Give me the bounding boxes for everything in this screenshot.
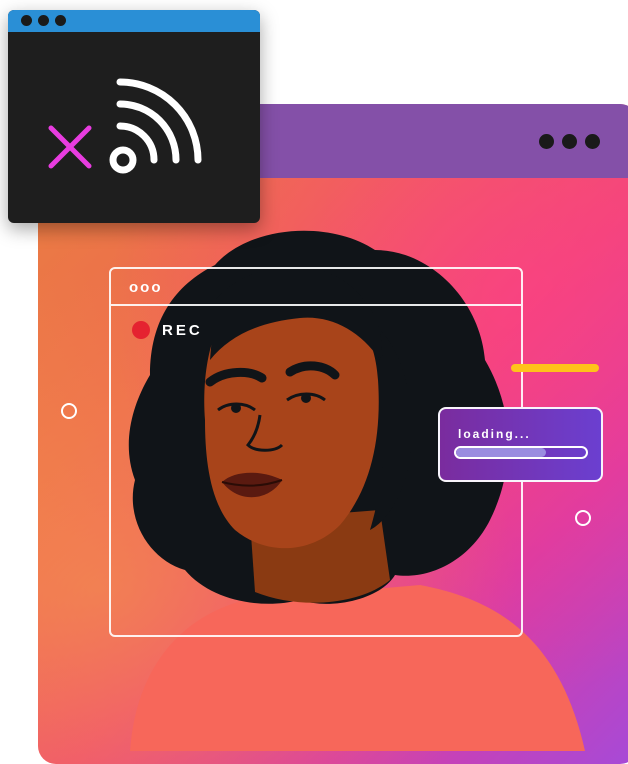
cast-window-body <box>48 78 202 174</box>
record-dot-icon <box>132 321 150 339</box>
rec-indicator: REC <box>132 321 203 339</box>
recording-frame-header: ooo <box>111 269 521 306</box>
loading-card: loading... <box>438 407 603 482</box>
cast-window-controls[interactable] <box>21 15 66 26</box>
progress-fill <box>456 448 546 457</box>
window-dot[interactable] <box>38 15 49 26</box>
cast-window <box>8 10 260 223</box>
circle-outline-icon <box>575 510 591 526</box>
loading-text: loading... <box>458 427 531 441</box>
close-icon[interactable] <box>48 125 92 169</box>
window-dot[interactable] <box>21 15 32 26</box>
accent-line <box>511 364 599 372</box>
cast-signal-icon[interactable] <box>109 78 202 174</box>
recording-frame-dots: ooo <box>129 279 163 296</box>
window-dot[interactable] <box>55 15 66 26</box>
cast-window-titlebar <box>8 10 260 32</box>
circle-outline-icon <box>61 403 77 419</box>
progress-bar <box>454 446 588 459</box>
rec-label: REC <box>162 321 203 339</box>
